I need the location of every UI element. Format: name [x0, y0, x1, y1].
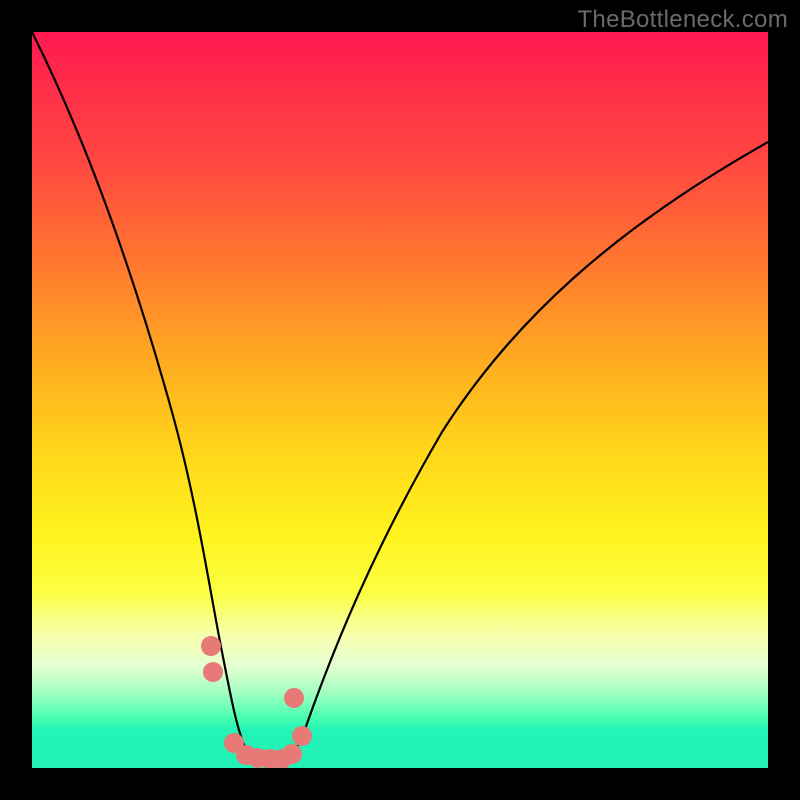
watermark-text: TheBottleneck.com: [577, 6, 788, 34]
plot-area: [32, 32, 768, 768]
bottleneck-curve: [32, 32, 768, 765]
curve-svg: [32, 32, 768, 768]
chart-frame: TheBottleneck.com: [0, 0, 800, 800]
highlight-dots: [201, 636, 312, 768]
